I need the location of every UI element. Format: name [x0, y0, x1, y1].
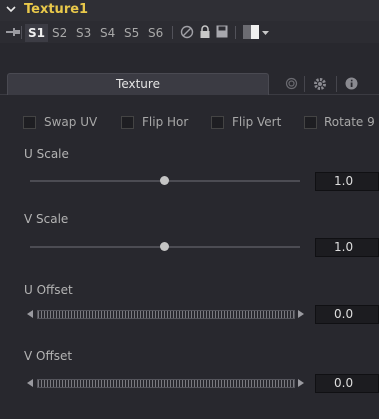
rotate-label: Rotate 9 — [324, 115, 375, 129]
tab-divider — [304, 76, 305, 92]
toolbar-divider — [235, 26, 236, 39]
lock-icon[interactable] — [199, 25, 211, 39]
slot-s4[interactable]: S4 — [97, 24, 118, 42]
u-scale-slider-thumb[interactable] — [160, 176, 169, 185]
slot-s3[interactable]: S3 — [73, 24, 94, 42]
chevron-down-icon[interactable] — [6, 4, 16, 14]
spiral-icon[interactable] — [285, 77, 298, 90]
node-title: Texture1 — [24, 2, 89, 17]
dropdown-caret-icon[interactable] — [262, 31, 269, 36]
v-scale-value[interactable]: 1.0 — [315, 238, 379, 257]
pin-icon[interactable] — [6, 27, 20, 37]
rotate-checkbox[interactable] — [304, 116, 317, 129]
disable-icon[interactable] — [180, 25, 194, 39]
toolbar-divider — [21, 26, 22, 39]
swap-uv-checkbox[interactable] — [23, 116, 36, 129]
u-offset-label: U Offset — [24, 283, 73, 297]
slot-s6[interactable]: S6 — [145, 24, 166, 42]
u-offset-decrement-icon[interactable] — [27, 310, 33, 318]
toolbar: S1 S2 S3 S4 S5 S6 — [0, 21, 379, 43]
tab-divider — [336, 76, 337, 92]
flip-hor-label: Flip Hor — [142, 115, 189, 129]
slot-s5[interactable]: S5 — [121, 24, 142, 42]
flip-hor-checkbox[interactable] — [121, 116, 134, 129]
v-offset-increment-icon[interactable] — [298, 379, 304, 387]
u-scale-label: U Scale — [24, 147, 69, 161]
toolbar-divider — [172, 26, 173, 39]
u-offset-increment-icon[interactable] — [298, 310, 304, 318]
v-scale-slider-thumb[interactable] — [160, 242, 169, 251]
gear-icon[interactable] — [313, 77, 327, 91]
color-swatch-icon[interactable] — [243, 25, 259, 39]
v-offset-thumbwheel[interactable] — [37, 379, 295, 388]
u-offset-thumbwheel[interactable] — [37, 310, 295, 319]
tab-texture[interactable]: Texture — [7, 73, 269, 95]
u-offset-value[interactable]: 0.0 — [315, 305, 379, 324]
info-icon[interactable] — [345, 77, 358, 90]
flip-vert-checkbox[interactable] — [211, 116, 224, 129]
v-offset-value[interactable]: 0.0 — [315, 374, 379, 393]
v-offset-decrement-icon[interactable] — [27, 379, 33, 387]
u-scale-value[interactable]: 1.0 — [315, 172, 379, 191]
slot-s2[interactable]: S2 — [49, 24, 70, 42]
v-scale-label: V Scale — [24, 212, 69, 226]
flip-vert-label: Flip Vert — [232, 115, 282, 129]
v-offset-label: V Offset — [24, 349, 73, 363]
save-icon[interactable] — [216, 25, 228, 38]
node-header: Texture1 — [0, 0, 379, 21]
swap-uv-label: Swap UV — [44, 115, 98, 129]
slot-s1[interactable]: S1 — [25, 24, 48, 42]
